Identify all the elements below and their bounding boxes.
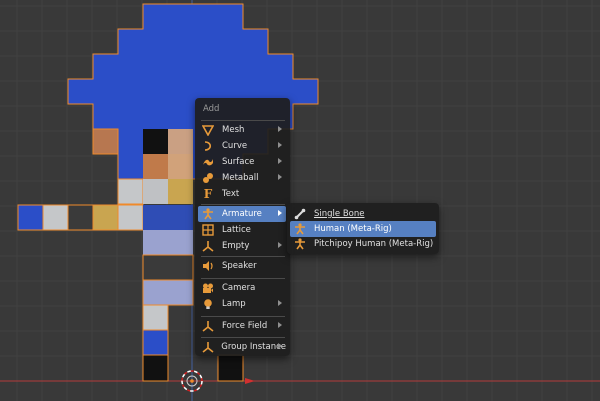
speaker-icon [201, 259, 215, 273]
menu-item-surface[interactable]: Surface [198, 154, 286, 170]
shirt-pixel [143, 179, 168, 204]
menu-item-label: Curve [222, 141, 248, 151]
submenu-arrow-icon [278, 300, 282, 306]
human-rig-icon [293, 237, 307, 251]
menu-separator [201, 337, 285, 338]
submenu-arrow-icon [278, 322, 282, 328]
menu-item-label: Text [222, 189, 240, 199]
face-pixel [143, 154, 168, 179]
submenu-item-label: Single Bone [314, 209, 365, 219]
menu-item-empty[interactable]: Empty [198, 238, 286, 254]
menu-item-label: Camera [222, 283, 256, 293]
menu-item-label: Group Instance [221, 342, 286, 352]
empty-icon [201, 239, 215, 253]
foot-pixel [142, 354, 169, 382]
3d-viewport[interactable] [0, 0, 600, 401]
submenu-arrow-icon [278, 174, 282, 180]
menu-item-label: Empty [222, 241, 250, 251]
body-pixel [142, 254, 194, 281]
menu-item-mesh[interactable]: Mesh [198, 122, 286, 138]
menu-separator [201, 316, 285, 317]
submenu-item-label: Human (Meta-Rig) [314, 224, 392, 234]
leg-pixel [142, 304, 169, 331]
menu-item-label: Lamp [222, 299, 246, 309]
human-rig-icon [293, 222, 307, 236]
face-pixel [168, 129, 193, 154]
submenu-arrow-icon [278, 343, 282, 349]
arm-pixel [42, 204, 69, 231]
shirt-pixel [143, 205, 193, 230]
submenu-item-pitchipoy-human[interactable]: Pitchipoy Human (Meta-Rig) [290, 236, 436, 252]
shirt-pixel [117, 204, 144, 231]
force-field-icon [201, 319, 215, 333]
menu-separator [201, 256, 285, 257]
menu-item-label: Lattice [222, 225, 251, 235]
menu-item-label: Surface [222, 157, 255, 167]
body-pixel [143, 230, 193, 255]
menu-separator [201, 278, 285, 279]
submenu-arrow-icon [278, 210, 282, 216]
submenu-arrow-icon [278, 158, 282, 164]
arm-pixel [92, 204, 119, 231]
armature-submenu: Single Bone Human (Meta-Rig) Pitchipoy H… [287, 203, 439, 254]
submenu-item-label: Pitchipoy Human (Meta-Rig) [314, 239, 434, 249]
menu-item-curve[interactable]: Curve [198, 138, 286, 154]
menu-item-armature[interactable]: Armature [198, 206, 286, 222]
menu-item-label: Speaker [222, 261, 257, 271]
submenu-arrow-icon [278, 142, 282, 148]
submenu-item-single-bone[interactable]: Single Bone [290, 206, 436, 222]
add-menu: Add Mesh Curve Surface Metaball F Text A… [195, 98, 290, 356]
lattice-icon [201, 223, 215, 237]
text-icon: F [203, 187, 213, 201]
shirt-pixel [168, 179, 193, 204]
menu-item-label: Force Field [222, 321, 268, 331]
face-pixel [168, 154, 193, 179]
metaball-icon [201, 171, 215, 185]
eye-pixel [143, 129, 168, 154]
submenu-item-human-meta-rig[interactable]: Human (Meta-Rig) [290, 221, 436, 237]
armature-icon [201, 207, 215, 221]
arm-pixel [67, 204, 94, 231]
body-pixel [142, 279, 194, 306]
face-pixel [92, 128, 119, 155]
menu-item-text[interactable]: F Text [198, 186, 286, 202]
menu-item-label: Mesh [222, 125, 245, 135]
group-instance-icon [201, 340, 214, 354]
menu-item-camera[interactable]: Camera [198, 280, 286, 296]
submenu-arrow-icon [278, 126, 282, 132]
add-menu-title: Add [203, 104, 220, 114]
surface-icon [201, 155, 215, 169]
menu-item-lattice[interactable]: Lattice [198, 222, 286, 238]
menu-item-metaball[interactable]: Metaball [198, 170, 286, 186]
menu-item-group-instance[interactable]: Group Instance [198, 339, 286, 355]
leg-pixel [142, 329, 169, 356]
menu-item-label: Metaball [222, 173, 259, 183]
curve-icon [201, 139, 215, 153]
bone-icon [293, 207, 307, 221]
menu-item-lamp[interactable]: Lamp [198, 296, 286, 312]
camera-icon [201, 281, 215, 295]
menu-item-label: Armature [222, 209, 262, 219]
submenu-arrow-icon [278, 242, 282, 248]
mesh-icon [201, 123, 215, 137]
menu-item-force-field[interactable]: Force Field [198, 318, 286, 334]
lamp-icon [201, 297, 215, 311]
menu-separator [201, 120, 285, 121]
foot-pixel [217, 354, 244, 382]
shirt-pixel [117, 178, 144, 205]
menu-separator [201, 204, 285, 205]
menu-item-speaker[interactable]: Speaker [198, 258, 286, 274]
arm-pixel [17, 204, 44, 231]
